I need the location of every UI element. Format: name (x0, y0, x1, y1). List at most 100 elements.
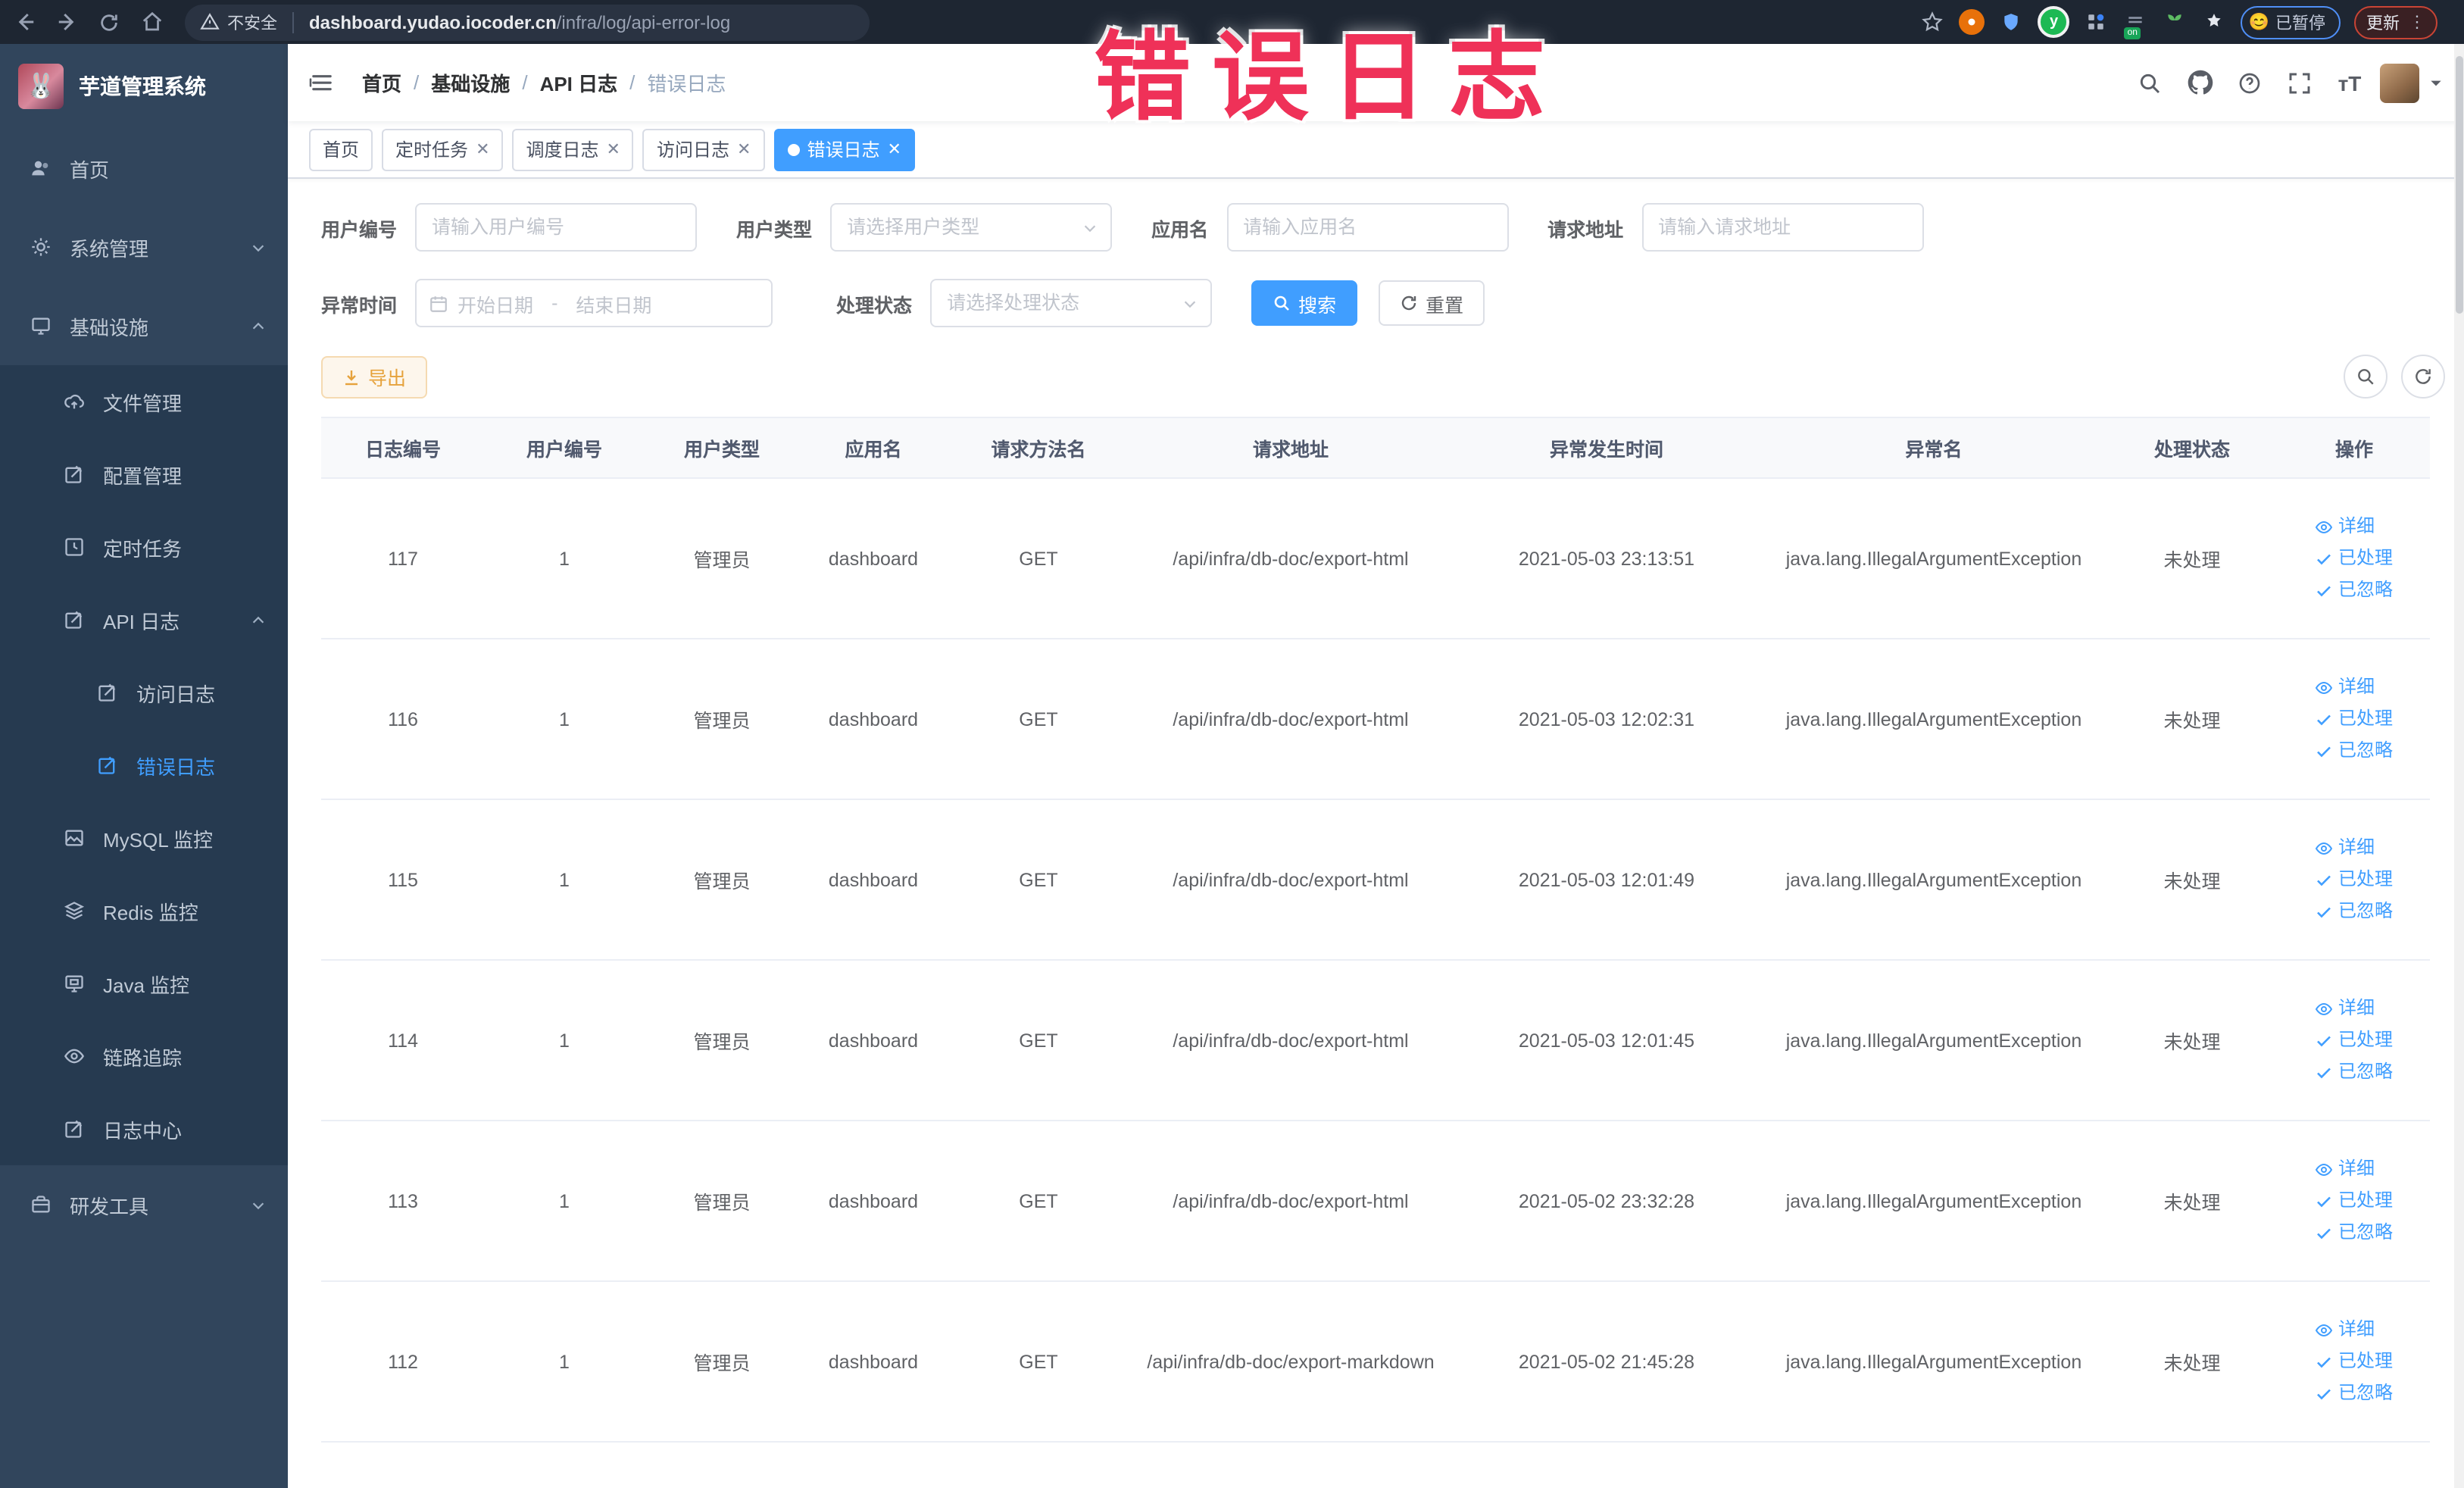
tab-scheduled-tasks[interactable]: 定时任务 ✕ (382, 128, 504, 170)
user-id-input[interactable] (417, 205, 696, 250)
security-label[interactable]: 不安全 (227, 10, 277, 34)
extension-shield-icon[interactable] (1999, 9, 2025, 35)
search-button[interactable]: 搜索 (1251, 280, 1358, 326)
show-search-toggle-button[interactable] (2344, 355, 2387, 399)
help-icon[interactable] (2230, 63, 2269, 102)
sidebar-item-config-management[interactable]: 配置管理 (0, 438, 288, 511)
mark-processed-link[interactable]: 已处理 (2316, 864, 2393, 896)
extension-green-icon[interactable]: y (2038, 6, 2070, 38)
sidebar-item-java-monitor[interactable]: Java 监控 (0, 947, 288, 1020)
export-button[interactable]: 导出 (321, 355, 428, 398)
mark-processed-link[interactable]: 已处理 (2316, 1024, 2393, 1056)
sidebar-item-redis-monitor[interactable]: Redis 监控 (0, 874, 288, 947)
mark-ignored-link[interactable]: 已忽略 (2316, 735, 2393, 767)
paused-extension-badge[interactable]: 😊 已暂停 (2241, 5, 2341, 39)
user-type-input[interactable] (832, 205, 1111, 250)
sidebar-item-dev-tools[interactable]: 研发工具 (0, 1165, 288, 1244)
bookmark-star-icon[interactable] (1920, 9, 1946, 35)
hamburger-icon[interactable] (309, 70, 335, 95)
cell-method: GET (947, 799, 1130, 961)
date-end-placeholder[interactable]: 结束日期 (576, 289, 651, 317)
sidebar-item-access-log[interactable]: 访问日志 (0, 656, 288, 729)
forward-icon[interactable] (48, 4, 85, 40)
sidebar-item-log-center[interactable]: 日志中心 (0, 1093, 288, 1165)
avatar-caret-down-icon[interactable] (2428, 75, 2444, 90)
col-log-id: 日志编号 (321, 417, 485, 479)
tab-schedule-log[interactable]: 调度日志 ✕ (512, 128, 634, 170)
detail-link[interactable]: 详细 (2316, 511, 2393, 542)
browser-update-button[interactable]: 更新 ⋮ (2354, 5, 2437, 39)
user-avatar[interactable] (2380, 63, 2419, 102)
fullscreen-icon[interactable] (2280, 63, 2319, 102)
extension-orange-icon[interactable] (1959, 9, 1985, 35)
breadcrumb-api-log[interactable]: API 日志 (540, 68, 618, 97)
mark-ignored-link[interactable]: 已忽略 (2316, 896, 2393, 927)
cell-exception-time: 2021-05-02 21:45:28 (1451, 1281, 1762, 1443)
sidebar-item-mysql-monitor[interactable]: MySQL 监控 (0, 802, 288, 874)
sidebar-item-trace[interactable]: 链路追踪 (0, 1020, 288, 1093)
mark-ignored-link[interactable]: 已忽略 (2316, 1217, 2393, 1249)
mark-ignored-link[interactable]: 已忽略 (2316, 574, 2393, 606)
close-icon[interactable]: ✕ (887, 139, 901, 159)
detail-link[interactable]: 详细 (2316, 832, 2393, 864)
sidebar-item-error-log[interactable]: 错误日志 (0, 729, 288, 802)
header-search-icon[interactable] (2130, 63, 2169, 102)
url-path[interactable]: /infra/log/api-error-log (557, 11, 730, 33)
mark-ignored-link[interactable]: 已忽略 (2316, 1377, 2393, 1409)
extension-grid-icon[interactable] (2084, 9, 2110, 35)
back-icon[interactable] (6, 4, 42, 40)
address-bar[interactable]: 不安全 dashboard.yudao.iocoder.cn /infra/lo… (185, 4, 870, 40)
close-icon[interactable]: ✕ (476, 139, 489, 159)
scrollbar-thumb[interactable] (2456, 56, 2463, 314)
app-logo[interactable]: 🐰 芋道管理系统 (0, 44, 288, 129)
mark-processed-link[interactable]: 已处理 (2316, 1346, 2393, 1377)
extension-puzzle-icon[interactable] (2202, 9, 2228, 35)
cell-request-url: /api/infra/db-doc/export-html (1130, 639, 1451, 800)
close-icon[interactable]: ✕ (737, 139, 751, 159)
sidebar-item-system-management[interactable]: 系统管理 (0, 208, 288, 286)
cell-app-name: dashboard (800, 1281, 947, 1443)
detail-link[interactable]: 详细 (2316, 1314, 2393, 1346)
sidebar-item-file-management[interactable]: 文件管理 (0, 365, 288, 438)
date-start-placeholder[interactable]: 开始日期 (458, 289, 533, 317)
mark-processed-link[interactable]: 已处理 (2316, 542, 2393, 574)
app-name-input[interactable] (1228, 205, 1507, 250)
process-status-input[interactable] (932, 280, 1211, 326)
mark-processed-link[interactable]: 已处理 (2316, 1185, 2393, 1217)
sidebar-item-label: 文件管理 (103, 392, 183, 414)
extension-on-badge-icon[interactable]: on (2123, 9, 2149, 39)
process-status-select[interactable] (930, 279, 1213, 327)
date-range-picker[interactable]: 开始日期 - 结束日期 (415, 279, 773, 327)
extension-plant-icon[interactable] (2163, 9, 2188, 35)
url-host[interactable]: dashboard.yudao.iocoder.cn (309, 11, 557, 33)
tab-access-log[interactable]: 访问日志 ✕ (642, 128, 765, 170)
page-scrollbar[interactable] (2454, 44, 2464, 1488)
detail-link[interactable]: 详细 (2316, 993, 2393, 1024)
breadcrumb-infrastructure[interactable]: 基础设施 (431, 68, 510, 97)
close-icon[interactable]: ✕ (607, 139, 620, 159)
chrome-menu-icon[interactable]: ⋮ (2409, 12, 2425, 32)
sidebar-item-infrastructure[interactable]: 基础设施 (0, 286, 288, 365)
tab-error-log[interactable]: 错误日志 ✕ (773, 128, 915, 170)
sidebar-item-scheduled-tasks[interactable]: 定时任务 (0, 511, 288, 583)
refresh-table-button[interactable] (2401, 355, 2445, 399)
home-icon[interactable] (133, 4, 170, 40)
sidebar-item-api-log[interactable]: API 日志 (0, 583, 288, 656)
user-type-select[interactable] (830, 203, 1113, 252)
table-row: 115 1 管理员 dashboard GET /api/infra/db-do… (321, 799, 2430, 961)
mark-processed-link[interactable]: 已处理 (2316, 703, 2393, 735)
github-icon[interactable] (2180, 63, 2219, 102)
breadcrumb-home[interactable]: 首页 (362, 68, 401, 97)
reload-icon[interactable] (91, 4, 127, 40)
reset-button[interactable]: 重置 (1379, 280, 1485, 326)
table-row: 113 1 管理员 dashboard GET /api/infra/db-do… (321, 1121, 2430, 1282)
detail-link[interactable]: 详细 (2316, 671, 2393, 703)
active-dot (787, 143, 800, 155)
request-url-input[interactable] (1643, 205, 1922, 250)
table-row: 114 1 管理员 dashboard GET /api/infra/db-do… (321, 960, 2430, 1121)
font-size-icon[interactable]: ᴛT (2330, 63, 2369, 102)
sidebar-item-home[interactable]: 首页 (0, 129, 288, 208)
detail-link[interactable]: 详细 (2316, 1153, 2393, 1185)
mark-ignored-link[interactable]: 已忽略 (2316, 1056, 2393, 1088)
tab-home[interactable]: 首页 (309, 128, 373, 170)
